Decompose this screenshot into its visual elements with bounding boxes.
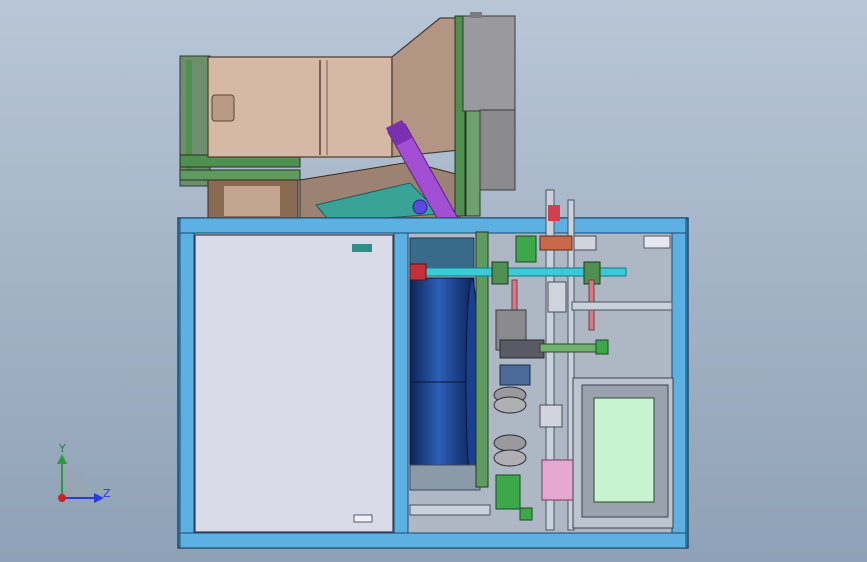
red-block: [539, 235, 573, 251]
cabinet-left-post: [179, 232, 195, 534]
hopper-window: [224, 186, 280, 216]
reel: [493, 434, 527, 452]
lower-motor: [495, 474, 521, 510]
hopper-box: [207, 56, 393, 158]
base-rail: [409, 504, 491, 516]
shaft-clamp-1: [491, 261, 509, 285]
pink-box: [541, 459, 575, 501]
control-box-cap: [470, 12, 482, 18]
slide-block: [547, 281, 567, 313]
grey-block: [573, 235, 597, 251]
cabinet-top-beam: [179, 217, 687, 234]
small-motor: [519, 507, 533, 521]
window-screen: [593, 397, 655, 503]
blue-guide: [499, 364, 531, 386]
cabinet-bottom-beam: [179, 532, 687, 549]
z-axis-label: Z: [103, 487, 111, 500]
hopper-handle: [211, 94, 235, 122]
green-motor: [515, 235, 537, 263]
axis-origin: [58, 494, 66, 502]
clamp-block: [539, 404, 563, 428]
machine-drawing: Y Z: [0, 0, 867, 562]
cabinet-mid-post: [393, 232, 409, 534]
door-badge: [352, 244, 372, 252]
reel: [493, 396, 527, 414]
rail-upper: [571, 301, 673, 311]
top-valve: [548, 205, 560, 221]
red-bearing: [409, 263, 427, 281]
access-door: [194, 234, 394, 533]
reel-stack-upper: [493, 386, 527, 414]
y-axis-label: Y: [58, 442, 66, 455]
green-cylinder: [539, 343, 601, 353]
control-box: [462, 15, 516, 112]
drum: [409, 277, 475, 489]
cad-viewport: Y Z: [0, 0, 867, 562]
vertical-rail-right: [465, 109, 481, 217]
door-latch: [353, 514, 373, 523]
control-box-lower: [479, 109, 516, 191]
reel: [493, 449, 527, 467]
drum-base: [409, 464, 481, 491]
label-plate: [643, 235, 671, 249]
cylinder-end: [595, 339, 609, 355]
cabinet-right-post: [671, 232, 687, 534]
purple-roller: [412, 199, 428, 215]
support-rail-lower: [179, 169, 301, 181]
actuator-head: [499, 339, 545, 359]
